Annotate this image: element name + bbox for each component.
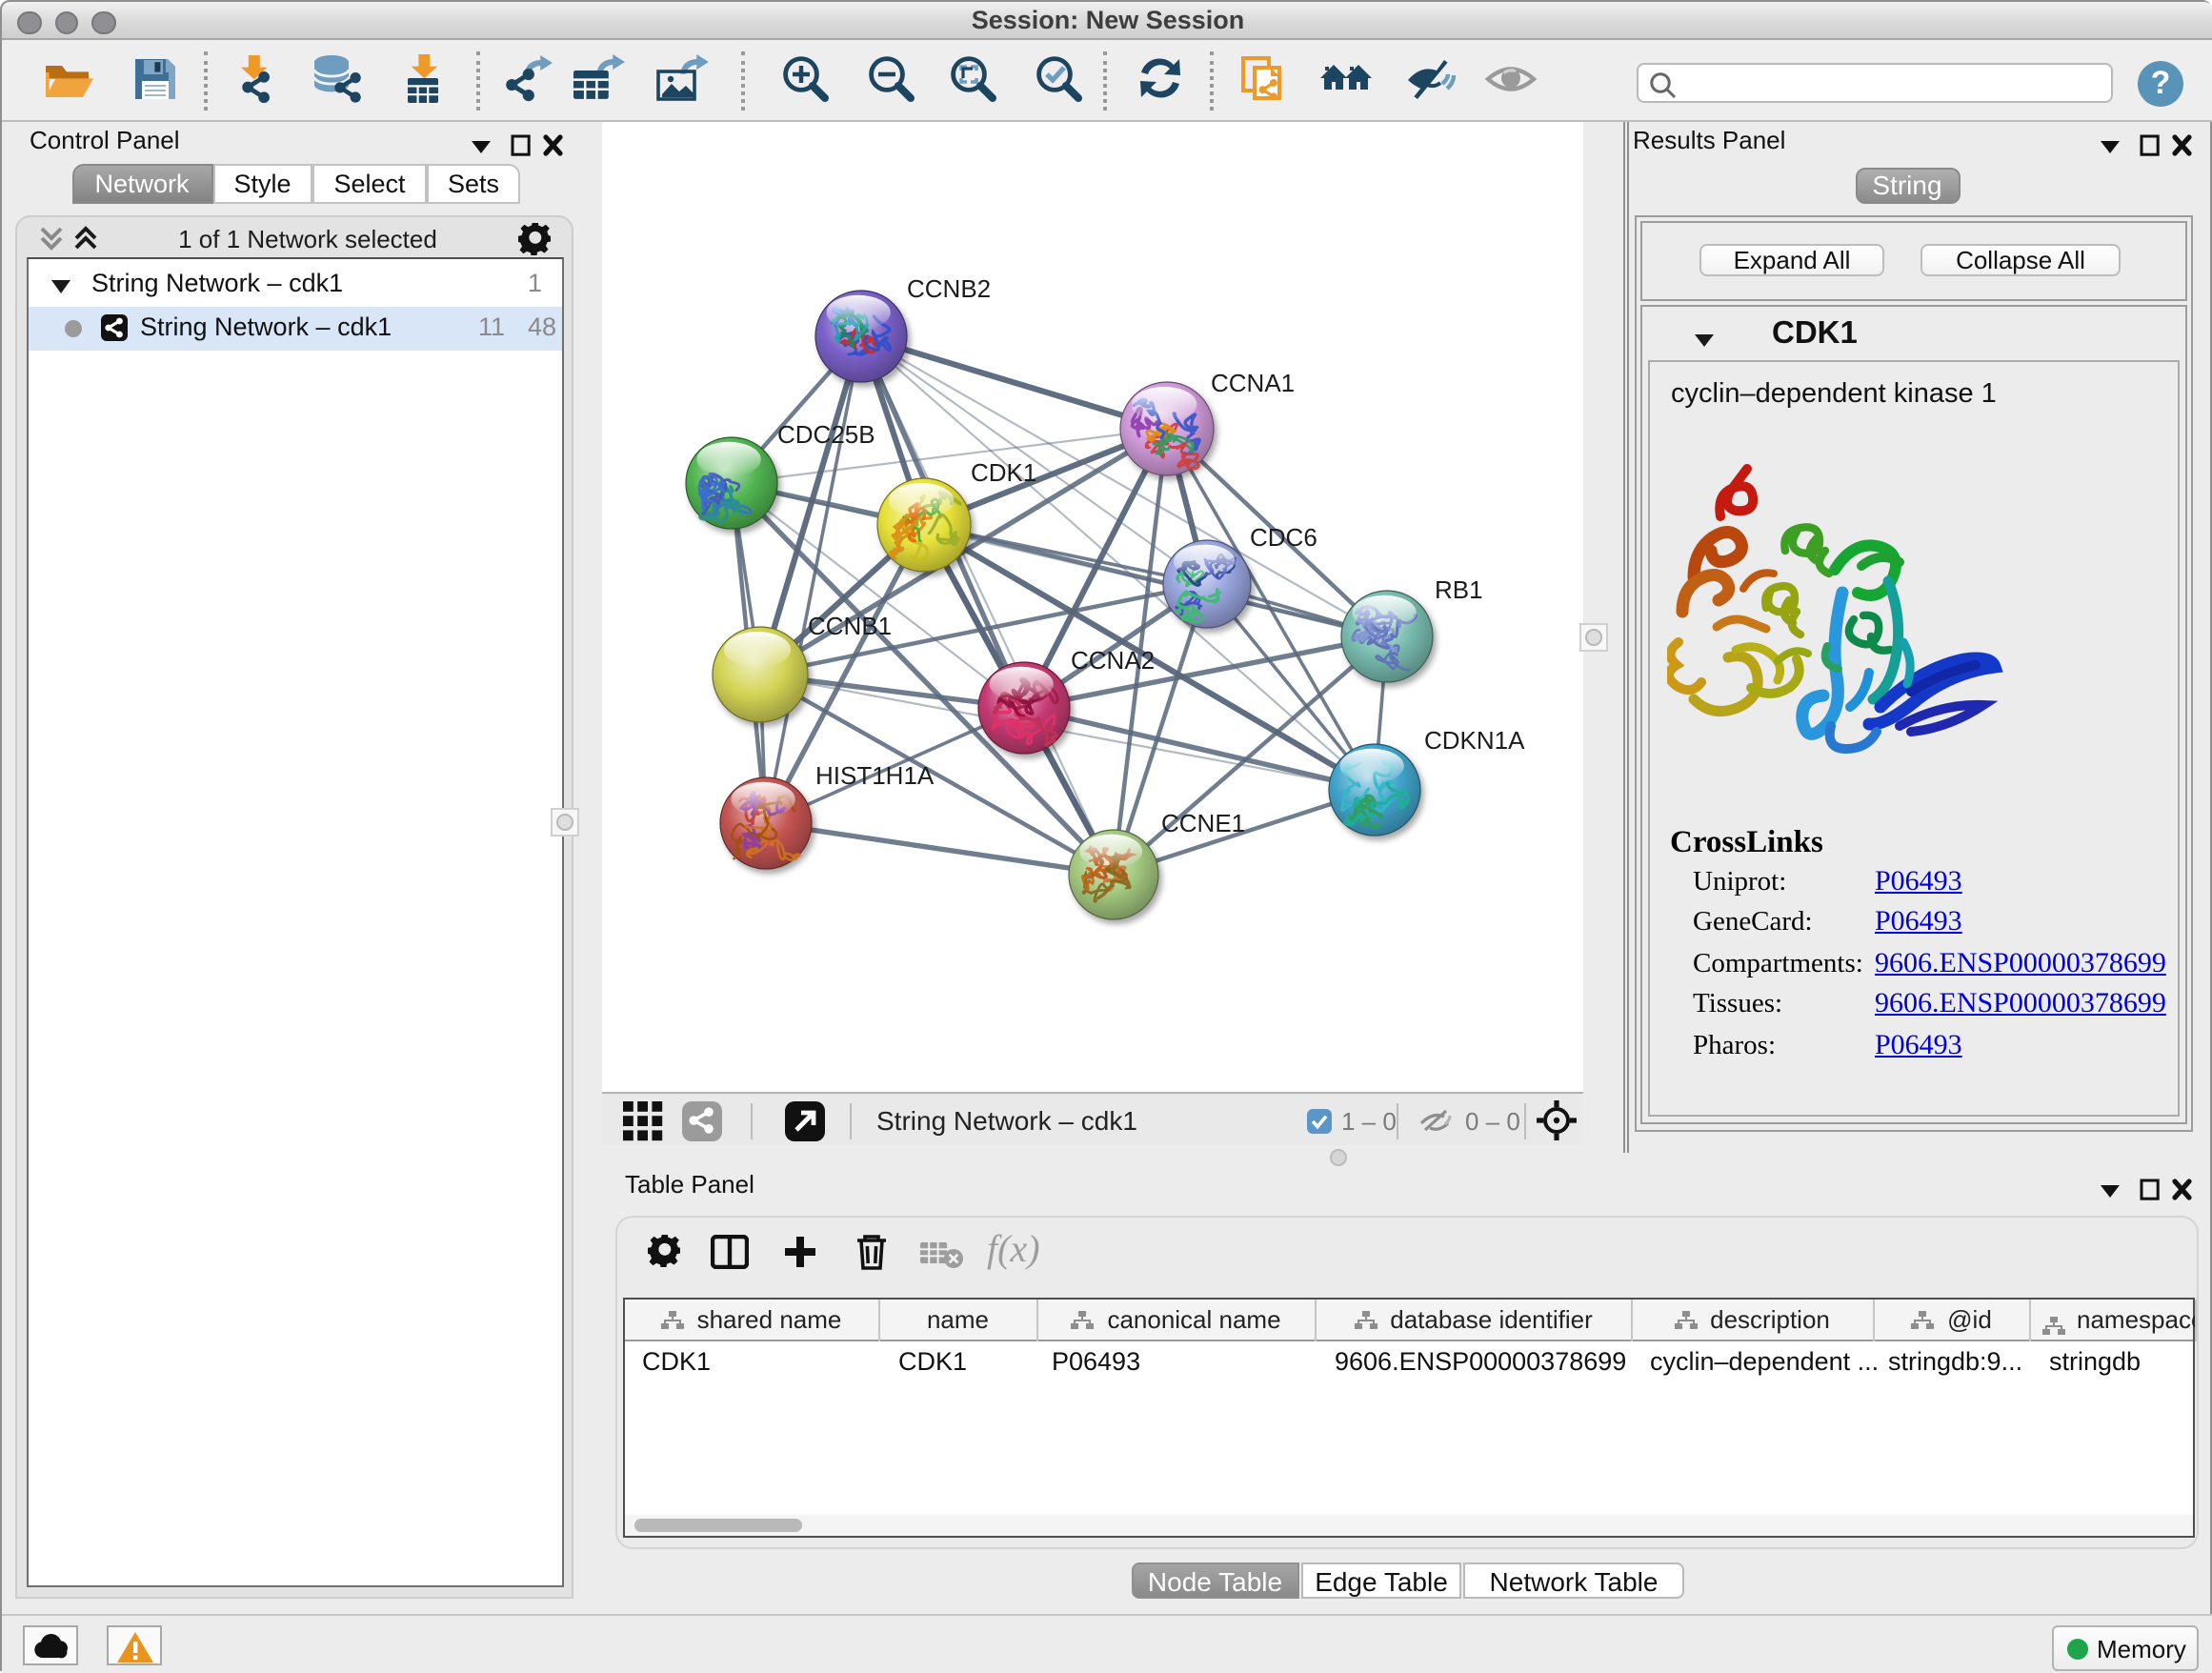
svg-text:CDK1: CDK1 — [971, 458, 1036, 487]
svg-text:CDKN1A: CDKN1A — [1424, 726, 1525, 755]
svg-text:CDC25B: CDC25B — [777, 420, 875, 449]
svg-text:CCNA2: CCNA2 — [1071, 646, 1155, 675]
svg-text:CCNA1: CCNA1 — [1211, 369, 1295, 397]
svg-text:HIST1H1A: HIST1H1A — [815, 761, 935, 790]
svg-text:CDC6: CDC6 — [1250, 523, 1317, 552]
svg-text:RB1: RB1 — [1435, 575, 1483, 604]
svg-text:CCNB1: CCNB1 — [808, 612, 892, 640]
svg-text:CCNB2: CCNB2 — [907, 274, 991, 303]
svg-text:CCNE1: CCNE1 — [1161, 809, 1245, 837]
